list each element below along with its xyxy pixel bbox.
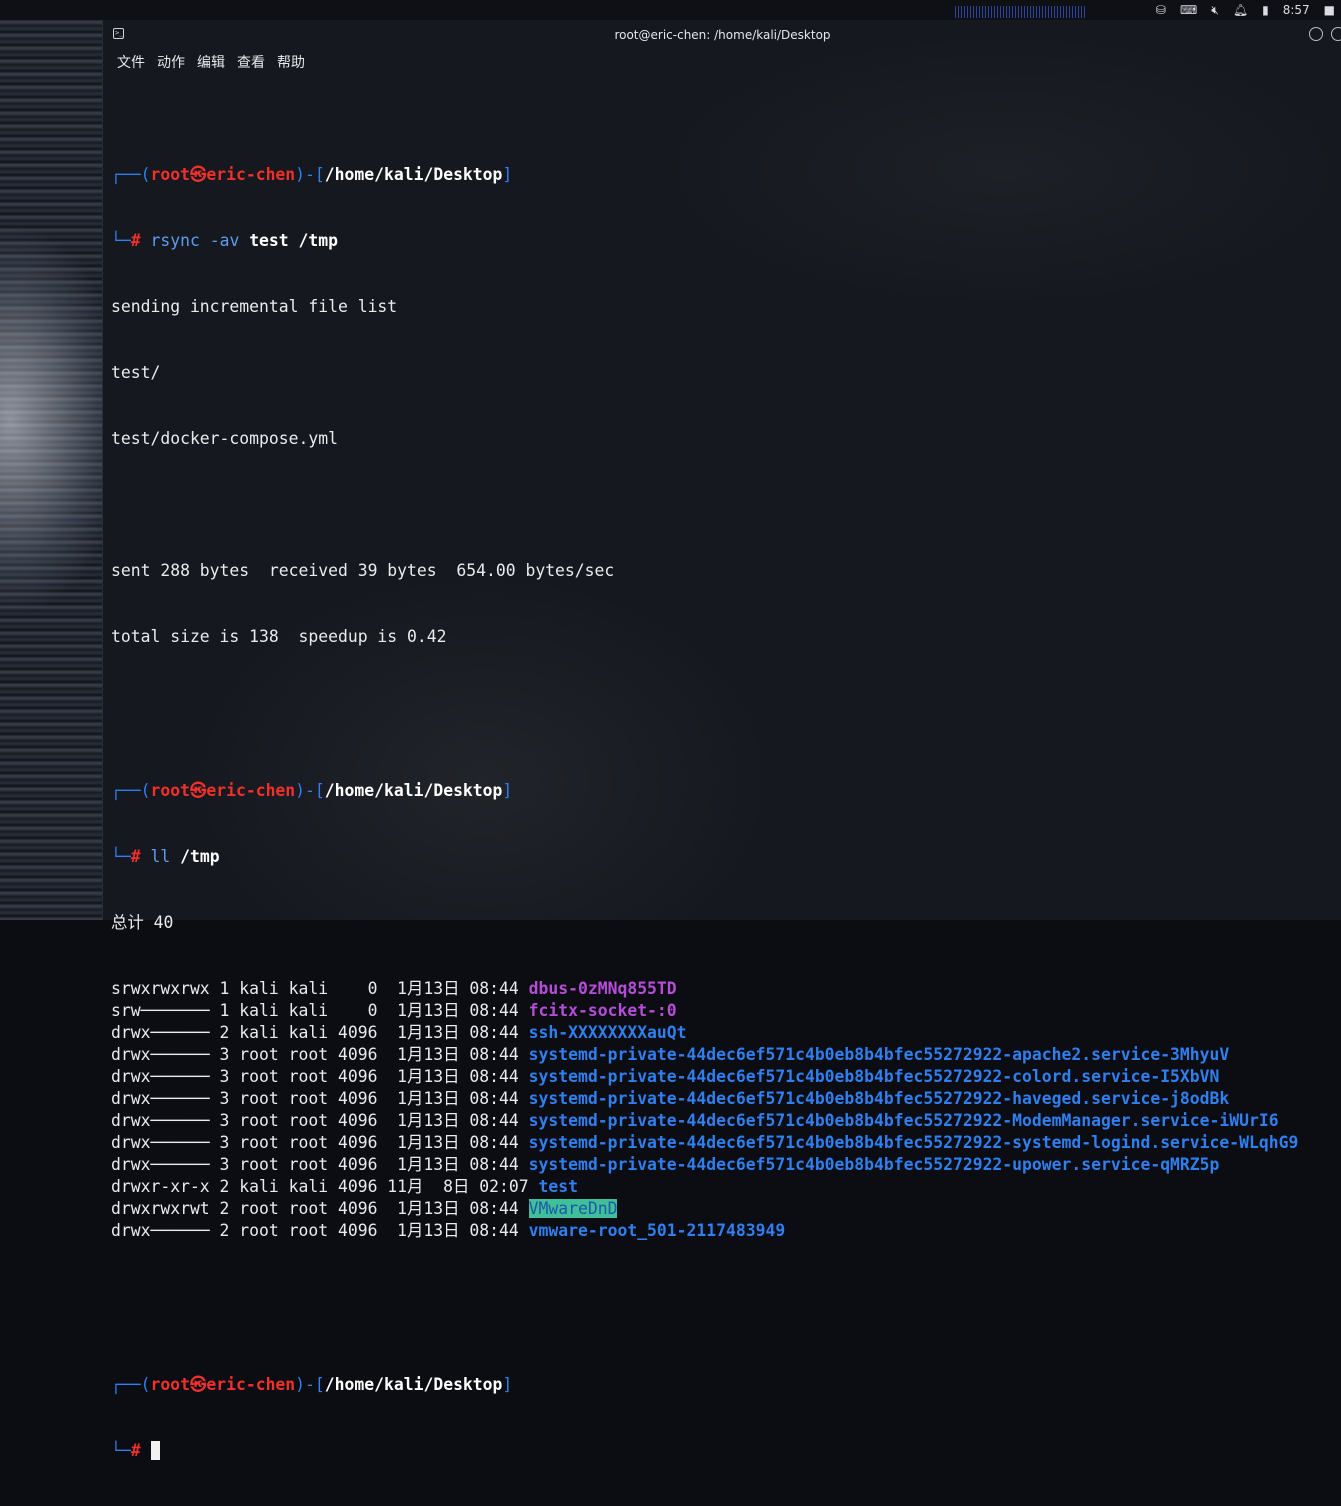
ls-row: srw─────── 1 kali kali 0 1月13日 08:44 fci… — [111, 1000, 1336, 1022]
terminal-output[interactable]: ┌──(root㉿eric-chen)-[/home/kali/Desktop]… — [111, 98, 1336, 1506]
ls-row: drwx────── 3 root root 4096 1月13日 08:44 … — [111, 1066, 1336, 1088]
keyboard-icon[interactable]: ⌨ — [1180, 3, 1197, 17]
menu-bar: 文件 动作 编辑 查看 帮助 — [117, 52, 305, 74]
file-name[interactable]: systemd-private-44dec6ef571c4b0eb8b4bfec… — [529, 1111, 1279, 1130]
menu-help[interactable]: 帮助 — [277, 52, 305, 74]
prompt-line: ┌──(root㉿eric-chen)-[/home/kali/Desktop] — [111, 781, 513, 800]
ls-row: drwx────── 3 root root 4096 1月13日 08:44 … — [111, 1110, 1336, 1132]
file-name[interactable]: VMwareDnD — [528, 1199, 618, 1218]
cpu-graph — [955, 6, 1085, 18]
output-line: sending incremental file list — [111, 297, 398, 316]
file-meta: drwx────── 3 root root 4096 1月13日 08:44 — [111, 1089, 529, 1108]
menu-edit[interactable]: 编辑 — [197, 52, 225, 74]
file-name[interactable]: vmware-root_501-2117483949 — [529, 1221, 786, 1240]
ls-row: srwxrwxrwx 1 kali kali 0 1月13日 08:44 dbu… — [111, 978, 1336, 1000]
network-icon[interactable]: ⛁ — [1156, 3, 1166, 17]
terminal-window: >_ root@eric-chen: /home/kali/Desktop 文件… — [102, 20, 1341, 1460]
window-title: root@eric-chen: /home/kali/Desktop — [614, 28, 831, 42]
text-cursor — [150, 1441, 160, 1460]
file-meta: drwx────── 3 root root 4096 1月13日 08:44 — [111, 1111, 529, 1130]
file-name[interactable]: test — [539, 1177, 578, 1196]
command-line: └─# rsync -av test /tmp — [111, 231, 338, 250]
file-meta: srwxrwxrwx 1 kali kali 0 1月13日 08:44 — [111, 979, 529, 998]
minimize-button[interactable] — [1309, 27, 1323, 41]
output-line: sent 288 bytes received 39 bytes 654.00 … — [111, 561, 615, 580]
prompt-line: ┌──(root㉿eric-chen)-[/home/kali/Desktop] — [111, 165, 513, 184]
clock[interactable]: 8:57 — [1283, 3, 1310, 17]
file-meta: drwx────── 2 root root 4096 1月13日 08:44 — [111, 1221, 529, 1240]
output-line: test/ — [111, 363, 161, 382]
file-meta: srw─────── 1 kali kali 0 1月13日 08:44 — [111, 1001, 529, 1020]
file-meta: drwx────── 3 root root 4096 1月13日 08:44 — [111, 1067, 529, 1086]
file-name[interactable]: ssh-XXXXXXXXauQt — [529, 1023, 687, 1042]
ls-row: drwxrwxrwt 2 root root 4096 1月13日 08:44 … — [111, 1198, 1336, 1220]
ls-listing: srwxrwxrwx 1 kali kali 0 1月13日 08:44 dbu… — [111, 978, 1336, 1242]
terminal-icon: >_ — [113, 28, 124, 39]
file-name[interactable]: systemd-private-44dec6ef571c4b0eb8b4bfec… — [529, 1155, 1220, 1174]
menu-action[interactable]: 动作 — [157, 52, 185, 74]
ls-row: drwx────── 3 root root 4096 1月13日 08:44 … — [111, 1132, 1336, 1154]
command-line: └─# ll /tmp — [111, 847, 220, 866]
file-meta: drwxrwxrwt 2 root root 4096 1月13日 08:44 — [111, 1199, 529, 1218]
file-meta: drwx────── 2 kali kali 4096 1月13日 08:44 — [111, 1023, 529, 1042]
file-name[interactable]: systemd-private-44dec6ef571c4b0eb8b4bfec… — [529, 1045, 1230, 1064]
file-name[interactable]: systemd-private-44dec6ef571c4b0eb8b4bfec… — [529, 1067, 1220, 1086]
file-meta: drwx────── 3 root root 4096 1月13日 08:44 — [111, 1045, 529, 1064]
menu-view[interactable]: 查看 — [237, 52, 265, 74]
file-name[interactable]: fcitx-socket-:0 — [529, 1001, 677, 1020]
file-meta: drwx────── 3 root root 4096 1月13日 08:44 — [111, 1155, 529, 1174]
lock-icon[interactable]: ■ — [1324, 3, 1335, 17]
notification-icon[interactable]: 🔔︎ — [1233, 3, 1248, 17]
maximize-button[interactable] — [1331, 27, 1341, 41]
file-name[interactable]: systemd-private-44dec6ef571c4b0eb8b4bfec… — [529, 1089, 1230, 1108]
ls-total: 总计 40 — [111, 913, 174, 932]
ls-row: drwx────── 2 root root 4096 1月13日 08:44 … — [111, 1220, 1336, 1242]
ls-row: drwx────── 2 kali kali 4096 1月13日 08:44 … — [111, 1022, 1336, 1044]
ls-row: drwxr-xr-x 2 kali kali 4096 11月 8日 02:07… — [111, 1176, 1336, 1198]
file-name[interactable]: systemd-private-44dec6ef571c4b0eb8b4bfec… — [529, 1133, 1299, 1152]
volume-muted-icon[interactable]: 🔇︎ — [1211, 3, 1219, 18]
battery-icon[interactable]: ▮ — [1262, 3, 1269, 17]
prompt-line: ┌──(root㉿eric-chen)-[/home/kali/Desktop] — [111, 1375, 513, 1394]
file-meta: drwxr-xr-x 2 kali kali 4096 11月 8日 02:07 — [111, 1177, 539, 1196]
file-meta: drwx────── 3 root root 4096 1月13日 08:44 — [111, 1133, 529, 1152]
ls-row: drwx────── 3 root root 4096 1月13日 08:44 … — [111, 1088, 1336, 1110]
ls-row: drwx────── 3 root root 4096 1月13日 08:44 … — [111, 1154, 1336, 1176]
file-name[interactable]: dbus-0zMNq855TD — [529, 979, 677, 998]
system-tray: ⛁ ⌨ 🔇︎ 🔔︎ ▮ 8:57 ■ — [1156, 0, 1335, 20]
input-line[interactable]: └─# — [111, 1440, 1336, 1462]
output-line: test/docker-compose.yml — [111, 429, 338, 448]
title-bar[interactable]: >_ root@eric-chen: /home/kali/Desktop — [103, 20, 1341, 50]
ls-row: drwx────── 3 root root 4096 1月13日 08:44 … — [111, 1044, 1336, 1066]
output-line: total size is 138 speedup is 0.42 — [111, 627, 447, 646]
top-panel: ⛁ ⌨ 🔇︎ 🔔︎ ▮ 8:57 ■ — [0, 0, 1341, 20]
menu-file[interactable]: 文件 — [117, 52, 145, 74]
